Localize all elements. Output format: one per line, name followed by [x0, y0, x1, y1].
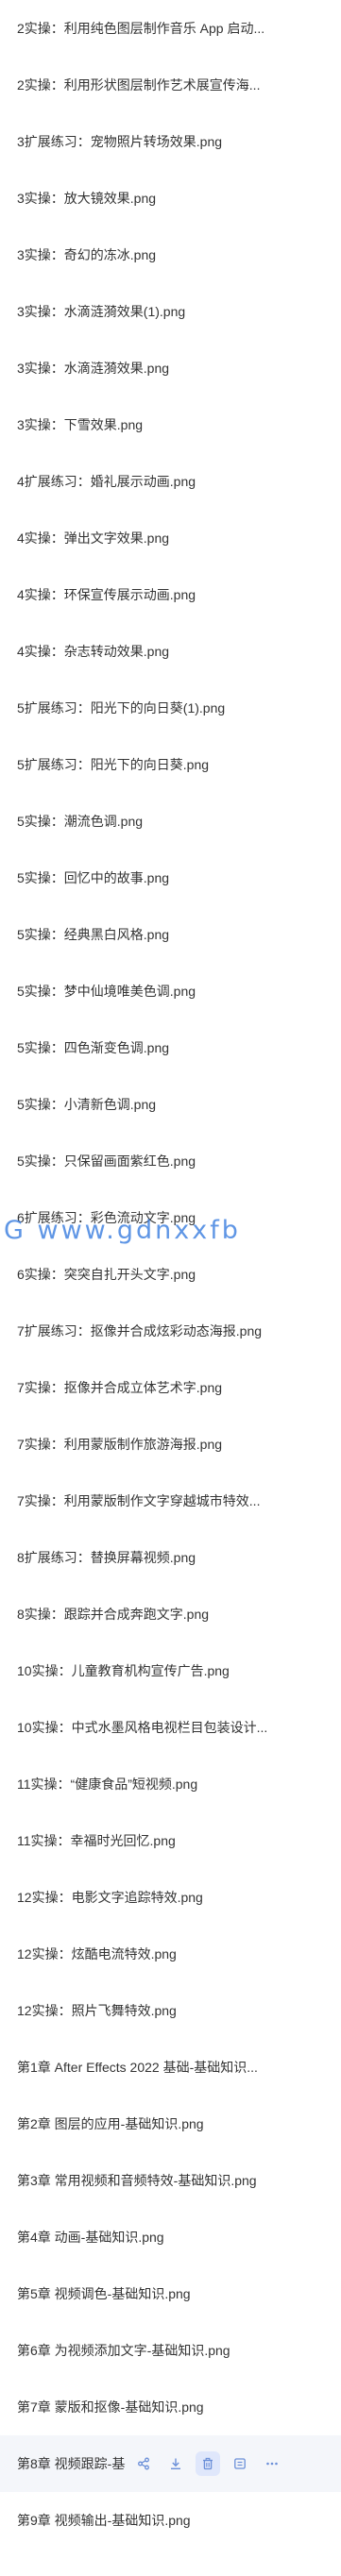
file-name: 11实操：“健康食品”短视频.png [17, 1776, 198, 1792]
file-row[interactable]: 3扩展练习：宠物照片转场效果.png [0, 113, 341, 170]
file-row[interactable]: 10实操：中式水墨风格电视栏目包装设计... [0, 1699, 341, 1756]
file-name: 第3章 常用视频和音频特效-基础知识.png [17, 2173, 257, 2188]
file-name: 5实操：只保留画面紫红色.png [17, 1153, 196, 1169]
file-row[interactable]: 第5章 视频调色-基础知识.png [0, 2265, 341, 2322]
file-name: 3实操：奇幻的冻冰.png [17, 247, 157, 262]
file-row[interactable]: 7扩展练习：抠像并合成炫彩动态海报.png [0, 1303, 341, 1359]
file-name: 5实操：梦中仙境唯美色调.png [17, 984, 196, 999]
file-row[interactable]: 5实操：回忆中的故事.png [0, 850, 341, 906]
file-row[interactable]: 第9章 视频输出-基础知识.png [0, 2492, 341, 2549]
file-row[interactable]: 3实操：下雪效果.png [0, 396, 341, 453]
file-row[interactable]: 8扩展练习：替换屏幕视频.png [0, 1529, 341, 1586]
file-name: 2实操：利用形状图层制作艺术展宣传海... [17, 77, 261, 93]
file-row[interactable]: 10实操：儿童教育机构宣传广告.png [0, 1642, 341, 1699]
file-name: 6扩展练习：彩色流动文字.png [17, 1210, 196, 1225]
file-row[interactable]: 12实操：电影文字追踪特效.png [0, 1869, 341, 1926]
file-row[interactable]: 7实操：利用蒙版制作旅游海报.png [0, 1416, 341, 1473]
file-row[interactable]: 8实操：跟踪并合成奔跑文字.png [0, 1586, 341, 1642]
file-name: 第9章 视频输出-基础知识.png [17, 2513, 191, 2528]
file-name: 第4章 动画-基础知识.png [17, 2230, 164, 2245]
delete-icon[interactable] [196, 2451, 220, 2476]
file-row[interactable]: 6扩展练习：彩色流动文字.png [0, 1189, 341, 1246]
file-row[interactable]: 2实操：利用纯色图层制作音乐 App 启动... [0, 0, 341, 57]
row-actions [131, 2435, 284, 2492]
file-row[interactable]: 第2章 图层的应用-基础知识.png [0, 2096, 341, 2152]
file-name: 8扩展练习：替换屏幕视频.png [17, 1550, 196, 1565]
file-row[interactable]: 6实操：突突自扎开头文字.png [0, 1246, 341, 1303]
file-row[interactable]: 12实操：炫酷电流特效.png [0, 1926, 341, 1982]
file-name: 8实操：跟踪并合成奔跑文字.png [17, 1607, 210, 1622]
file-row[interactable]: 12实操：照片飞舞特效.png [0, 1982, 341, 2039]
download-icon[interactable] [163, 2451, 188, 2476]
file-name: 5实操：潮流色调.png [17, 814, 144, 829]
file-name: 11实操：幸福时光回忆.png [17, 1833, 176, 1848]
file-name: 4实操：弹出文字效果.png [17, 530, 170, 546]
file-name: 12实操：炫酷电流特效.png [17, 1946, 177, 1961]
file-row[interactable]: 5扩展练习：阳光下的向日葵(1).png [0, 680, 341, 736]
file-name: 3实操：水滴涟漪效果(1).png [17, 304, 186, 319]
file-name: 4实操：环保宣传展示动画.png [17, 587, 196, 602]
file-row[interactable]: 5实操：潮流色调.png [0, 793, 341, 850]
file-row[interactable]: 4实操：杂志转动效果.png [0, 623, 341, 680]
file-row[interactable]: 3实操：水滴涟漪效果.png [0, 340, 341, 396]
file-name: 第5章 视频调色-基础知识.png [17, 2286, 191, 2301]
file-name: 5扩展练习：阳光下的向日葵(1).png [17, 700, 226, 716]
file-row[interactable]: 第1章 After Effects 2022 基础-基础知识... [0, 2039, 341, 2096]
file-name: 4实操：杂志转动效果.png [17, 644, 170, 659]
file-row[interactable]: 11实操：幸福时光回忆.png [0, 1812, 341, 1869]
file-row[interactable]: 5实操：四色渐变色调.png [0, 1019, 341, 1076]
file-name: 5扩展练习：阳光下的向日葵.png [17, 757, 210, 772]
file-row[interactable]: 7实操：利用蒙版制作文字穿越城市特效... [0, 1473, 341, 1529]
file-row[interactable]: 5实操：小清新色调.png [0, 1076, 341, 1133]
file-row[interactable]: 5实操：梦中仙境唯美色调.png [0, 963, 341, 1019]
file-row[interactable]: 3实操：水滴涟漪效果(1).png [0, 283, 341, 340]
file-name: 5实操：经典黑白风格.png [17, 927, 170, 942]
file-name: 10实操：中式水墨风格电视栏目包装设计... [17, 1720, 268, 1735]
file-row[interactable]: 5实操：只保留画面紫红色.png [0, 1133, 341, 1189]
more-icon[interactable] [260, 2451, 284, 2476]
file-name: 第1章 After Effects 2022 基础-基础知识... [17, 2060, 258, 2075]
file-name: 12实操：照片飞舞特效.png [17, 2003, 177, 2018]
file-name: 第6章 为视频添加文字-基础知识.png [17, 2343, 230, 2358]
file-name: 2实操：利用纯色图层制作音乐 App 启动... [17, 21, 265, 36]
file-row[interactable]: 11实操：“健康食品”短视频.png [0, 1756, 341, 1812]
file-row[interactable]: 第4章 动画-基础知识.png [0, 2209, 341, 2265]
file-name: 7实操：抠像并合成立体艺术字.png [17, 1380, 223, 1395]
file-row[interactable]: 7实操：抠像并合成立体艺术字.png [0, 1359, 341, 1416]
file-name: 5实操：回忆中的故事.png [17, 870, 170, 885]
file-row[interactable]: 第3章 常用视频和音频特效-基础知识.png [0, 2152, 341, 2209]
file-name: 3实操：水滴涟漪效果.png [17, 361, 170, 376]
file-name: 5实操：四色渐变色调.png [17, 1040, 170, 1055]
preview-icon[interactable] [228, 2451, 252, 2476]
file-row[interactable]: 第8章 视频跟踪-基础知识.png [0, 2435, 341, 2492]
file-row[interactable]: 4实操：环保宣传展示动画.png [0, 566, 341, 623]
file-row[interactable]: 4实操：弹出文字效果.png [0, 510, 341, 566]
file-name: 7实操：利用蒙版制作旅游海报.png [17, 1437, 223, 1452]
file-name: 10实操：儿童教育机构宣传广告.png [17, 1663, 230, 1678]
file-name: 第2章 图层的应用-基础知识.png [17, 2116, 204, 2131]
file-name: 3实操：放大镜效果.png [17, 191, 157, 206]
file-name: 4扩展练习：婚礼展示动画.png [17, 474, 196, 489]
file-name: 3实操：下雪效果.png [17, 417, 144, 432]
file-list: 2实操：利用纯色图层制作音乐 App 启动... 2实操：利用形状图层制作艺术展宣… [0, 0, 341, 2576]
file-name: 7实操：利用蒙版制作文字穿越城市特效... [17, 1493, 261, 1508]
file-row[interactable]: 3实操：奇幻的冻冰.png [0, 227, 341, 283]
file-name: 第8章 视频跟踪-基础知识.png [17, 2456, 126, 2471]
file-row[interactable]: 5扩展练习：阳光下的向日葵.png [0, 736, 341, 793]
file-name: 3扩展练习：宠物照片转场效果.png [17, 134, 223, 149]
file-row[interactable]: 3实操：放大镜效果.png [0, 170, 341, 227]
share-icon[interactable] [131, 2451, 156, 2476]
file-name: 12实操：电影文字追踪特效.png [17, 1890, 203, 1905]
file-name: 第7章 蒙版和抠像-基础知识.png [17, 2399, 204, 2415]
file-row[interactable]: 2实操：利用形状图层制作艺术展宣传海... [0, 57, 341, 113]
file-row[interactable]: 4扩展练习：婚礼展示动画.png [0, 453, 341, 510]
file-row[interactable]: 第7章 蒙版和抠像-基础知识.png [0, 2379, 341, 2435]
file-name: 7扩展练习：抠像并合成炫彩动态海报.png [17, 1323, 263, 1339]
file-name: 6实操：突突自扎开头文字.png [17, 1267, 196, 1282]
file-row[interactable]: 5实操：经典黑白风格.png [0, 906, 341, 963]
file-name: 5实操：小清新色调.png [17, 1097, 157, 1112]
file-row[interactable]: 第6章 为视频添加文字-基础知识.png [0, 2322, 341, 2379]
